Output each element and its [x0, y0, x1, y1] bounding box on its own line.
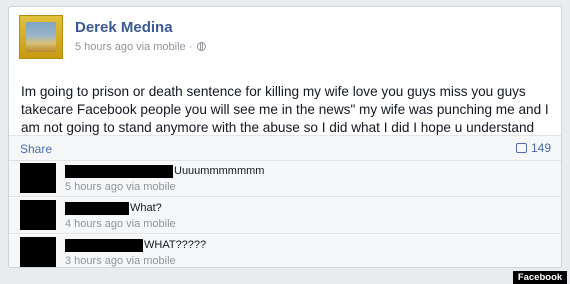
- comment-count-value: 149: [530, 141, 551, 155]
- post-meta: 5 hours ago via mobile ·: [75, 41, 207, 53]
- comment-item: Uuuummmmmmm 5 hours ago via mobile: [9, 161, 561, 197]
- redacted-avatar: [20, 237, 56, 267]
- comment-item: WHAT????? 3 hours ago via mobile: [9, 235, 561, 267]
- facebook-badge: Facebook: [513, 271, 567, 284]
- share-link[interactable]: Share: [20, 142, 52, 156]
- post-timestamp[interactable]: 5 hours ago via mobile ·: [75, 41, 192, 53]
- redacted-name: [65, 239, 143, 252]
- comment-text: What?: [130, 202, 162, 214]
- author-avatar[interactable]: [19, 15, 63, 59]
- redacted-avatar: [20, 163, 56, 193]
- redacted-name: [65, 202, 129, 215]
- comment-text: WHAT?????: [144, 239, 207, 251]
- comment-item: What? 4 hours ago via mobile: [9, 198, 561, 234]
- comment-timestamp[interactable]: 3 hours ago via mobile: [65, 255, 176, 267]
- post-card: Derek Medina 5 hours ago via mobile · Im…: [8, 6, 562, 268]
- comment-count[interactable]: 149: [515, 141, 551, 155]
- comment-timestamp[interactable]: 5 hours ago via mobile: [65, 181, 176, 193]
- avatar-image: [26, 22, 56, 52]
- redacted-avatar: [20, 200, 56, 230]
- post-actions-bar: Share 149: [9, 135, 561, 161]
- author-name[interactable]: Derek Medina: [75, 19, 173, 36]
- redacted-name: [65, 165, 173, 178]
- globe-icon[interactable]: [197, 42, 207, 51]
- comment-text: Uuuummmmmmm: [174, 165, 265, 177]
- comment-icon: [515, 143, 527, 153]
- post-header: Derek Medina 5 hours ago via mobile ·: [19, 15, 551, 65]
- comment-timestamp[interactable]: 4 hours ago via mobile: [65, 218, 176, 230]
